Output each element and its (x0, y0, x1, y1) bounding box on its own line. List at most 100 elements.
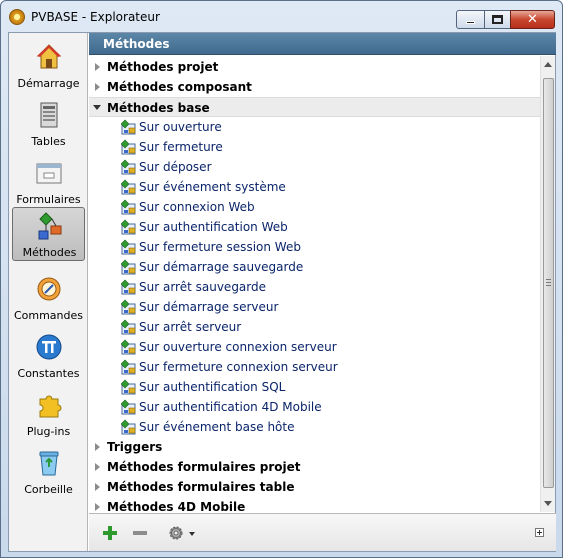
sidebar-item-label: Commandes (13, 309, 84, 322)
database-method-item[interactable]: Sur démarrage sauvegarde (89, 257, 540, 277)
tree-group-label: Méthodes formulaires table (107, 480, 295, 494)
sidebar-item-corbeille[interactable]: Corbeille (12, 445, 85, 499)
tree-group-label: Méthodes formulaires projet (107, 460, 301, 474)
sidebar: Démarrage Tables Formulaires Méthodes Co… (9, 33, 88, 551)
title-bar[interactable]: PVBASE - Explorateur ✕ (1, 1, 562, 31)
tree-group-methodes-composant[interactable]: Méthodes composant (89, 77, 540, 97)
expand-arrow-icon[interactable] (95, 483, 100, 491)
tree-group-label: Méthodes base (107, 101, 210, 115)
tree-group-methodes-4d-mobile[interactable]: Méthodes 4D Mobile (89, 497, 540, 512)
vertical-scrollbar[interactable] (540, 56, 555, 512)
close-button[interactable]: ✕ (510, 10, 555, 29)
tree-group-label: Triggers (107, 440, 163, 454)
sidebar-item-formulaires[interactable]: Formulaires (12, 155, 85, 209)
method-icon (121, 219, 136, 235)
pi-icon (36, 334, 62, 360)
commands-icon (37, 277, 61, 301)
database-method-item[interactable]: Sur fermeture (89, 137, 540, 157)
method-label: Sur arrêt serveur (139, 320, 242, 334)
method-label: Sur authentification 4D Mobile (139, 400, 322, 414)
remove-icon[interactable] (133, 531, 147, 535)
minimize-icon (466, 20, 475, 24)
maximize-button[interactable] (484, 10, 511, 29)
grip-line (546, 282, 551, 283)
expand-arrow-icon[interactable] (95, 463, 100, 471)
tree-group-methodes-projet[interactable]: Méthodes projet (89, 57, 540, 77)
add-icon[interactable] (103, 526, 117, 540)
database-method-item[interactable]: Sur événement base hôte (89, 417, 540, 437)
puzzle-icon (39, 395, 62, 418)
scroll-down-arrow-icon[interactable] (544, 501, 552, 506)
database-method-item[interactable]: Sur démarrage serveur (89, 297, 540, 317)
maximize-icon (492, 15, 503, 24)
scroll-up-arrow-icon[interactable] (544, 62, 552, 67)
sidebar-item-label: Démarrage (17, 77, 80, 90)
sidebar-item-label: Constantes (17, 367, 80, 380)
method-icon (121, 319, 136, 335)
database-method-item[interactable]: Sur authentification Web (89, 217, 540, 237)
gear-icon[interactable] (167, 524, 185, 542)
database-method-item[interactable]: Sur ouverture (89, 117, 540, 137)
database-method-item[interactable]: Sur authentification 4D Mobile (89, 397, 540, 417)
scrollbar-thumb[interactable] (543, 78, 554, 488)
database-method-item[interactable]: Sur arrêt sauvegarde (89, 277, 540, 297)
expand-arrow-icon[interactable] (95, 83, 100, 91)
sidebar-item-tables[interactable]: Tables (12, 97, 85, 151)
method-label: Sur déposer (139, 160, 212, 174)
sidebar-item-label: Méthodes (22, 246, 77, 259)
method-label: Sur fermeture (139, 140, 223, 154)
sidebar-item-constantes[interactable]: Constantes (12, 329, 85, 383)
forms-icon (36, 163, 62, 184)
sidebar-item-commandes[interactable]: Commandes (12, 271, 85, 325)
method-icon (121, 339, 136, 355)
method-icon (121, 419, 136, 435)
tree-group-label: Méthodes 4D Mobile (107, 500, 246, 512)
method-icon (121, 119, 136, 135)
method-label: Sur fermeture connexion serveur (139, 360, 338, 374)
database-method-item[interactable]: Sur authentification SQL (89, 377, 540, 397)
method-icon (121, 159, 136, 175)
method-icon (121, 179, 136, 195)
tree-group-methodes-formulaires-table[interactable]: Méthodes formulaires table (89, 477, 540, 497)
bottom-toolbar (89, 513, 556, 551)
method-label: Sur démarrage sauvegarde (139, 260, 304, 274)
tree-group-label: Méthodes projet (107, 60, 219, 74)
tree-group-methodes-base[interactable]: Méthodes base (89, 97, 540, 117)
method-label: Sur connexion Web (139, 200, 255, 214)
sidebar-item-methodes[interactable]: Méthodes (12, 207, 85, 261)
method-icon (121, 139, 136, 155)
window-title: PVBASE - Explorateur (31, 10, 160, 24)
expand-arrow-icon[interactable] (95, 503, 100, 511)
method-icon (121, 399, 136, 415)
minimize-button[interactable] (456, 10, 485, 29)
database-method-item[interactable]: Sur événement système (89, 177, 540, 197)
tree-group-methodes-formulaires-projet[interactable]: Méthodes formulaires projet (89, 457, 540, 477)
sidebar-item-plugins[interactable]: Plug-ins (12, 387, 85, 441)
database-method-item[interactable]: Sur connexion Web (89, 197, 540, 217)
database-method-item[interactable]: Sur déposer (89, 157, 540, 177)
sidebar-item-demarrage[interactable]: Démarrage (12, 39, 85, 93)
database-method-item[interactable]: Sur fermeture connexion serveur (89, 357, 540, 377)
method-label: Sur événement système (139, 180, 286, 194)
chevron-down-icon[interactable] (189, 532, 195, 536)
tables-icon (40, 102, 58, 128)
app-icon (9, 9, 25, 25)
home-icon (36, 44, 62, 69)
sidebar-item-label: Corbeille (24, 483, 73, 496)
grip-line (546, 279, 551, 280)
method-label: Sur authentification Web (139, 220, 288, 234)
method-icon (121, 359, 136, 375)
tree-group-triggers[interactable]: Triggers (89, 437, 540, 457)
panel-title: Méthodes (89, 33, 556, 55)
expand-arrow-icon[interactable] (95, 443, 100, 451)
expand-arrow-icon[interactable] (95, 63, 100, 71)
expand-panel-icon[interactable] (535, 528, 544, 537)
collapse-arrow-icon[interactable] (93, 105, 101, 110)
method-label: Sur arrêt sauvegarde (139, 280, 267, 294)
database-method-item[interactable]: Sur arrêt serveur (89, 317, 540, 337)
database-method-item[interactable]: Sur fermeture session Web (89, 237, 540, 257)
method-icon (121, 299, 136, 315)
methods-tree[interactable]: Méthodes projet Méthodes composant Métho… (89, 56, 540, 512)
database-method-item[interactable]: Sur ouverture connexion serveur (89, 337, 540, 357)
window-content: Démarrage Tables Formulaires Méthodes Co… (8, 32, 556, 552)
